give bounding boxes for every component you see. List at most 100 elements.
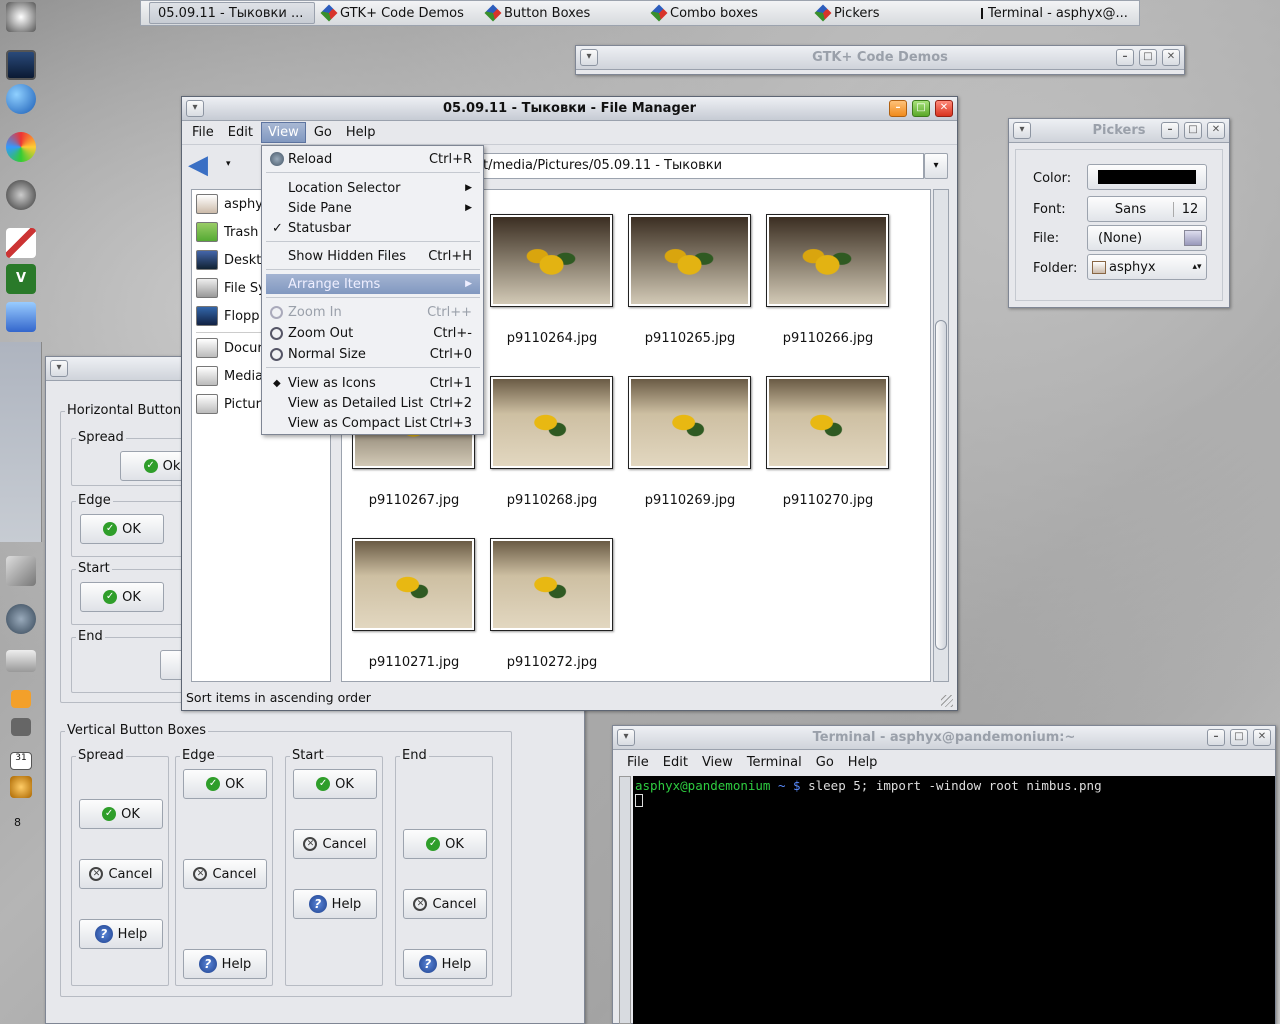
calendar-icon[interactable]: 31 bbox=[10, 752, 32, 770]
folder-combo[interactable]: asphyx ▴▾ bbox=[1087, 254, 1207, 280]
sidebar-item-pictures[interactable]: Pictur bbox=[196, 392, 261, 416]
back-icon[interactable]: ◀ bbox=[188, 151, 222, 181]
minimize-button[interactable]: – bbox=[1207, 729, 1225, 746]
color-button[interactable] bbox=[1087, 164, 1207, 190]
menu-item-arrange-items[interactable]: Arrange Items ▶ bbox=[266, 274, 480, 294]
monitor-icon[interactable] bbox=[6, 50, 36, 80]
help-button[interactable]: ? Help bbox=[403, 949, 487, 979]
menu-help[interactable]: Help bbox=[842, 753, 884, 772]
window-menu-button[interactable]: ▾ bbox=[50, 360, 68, 377]
menu-item-show-hidden[interactable]: Show Hidden Files Ctrl+H bbox=[266, 246, 480, 266]
window-menu-button[interactable]: ▾ bbox=[617, 729, 635, 746]
menu-item-view-compact[interactable]: View as Compact List Ctrl+3 bbox=[266, 413, 480, 433]
font-button[interactable]: Sans 12 bbox=[1087, 196, 1207, 222]
menu-edit[interactable]: Edit bbox=[657, 753, 694, 772]
webcam-icon[interactable] bbox=[6, 180, 36, 210]
cancel-button[interactable]: ✕ Cancel bbox=[403, 889, 487, 919]
close-button[interactable]: ✕ bbox=[1253, 729, 1271, 746]
task-filemanager[interactable]: 05.09.11 - Тыковки ... bbox=[149, 2, 315, 24]
cancel-button[interactable]: ✕ Cancel bbox=[293, 829, 377, 859]
menu-view[interactable]: View bbox=[260, 122, 306, 143]
speaker-icon[interactable] bbox=[6, 604, 36, 634]
window-menu-button[interactable]: ▾ bbox=[1013, 122, 1031, 139]
location-entry[interactable]: t/media/Pictures/05.09.11 - Тыковки bbox=[478, 153, 924, 179]
menu-go[interactable]: Go bbox=[308, 123, 338, 142]
file-label[interactable]: p9110269.jpg bbox=[625, 493, 755, 508]
file-label[interactable]: p9110271.jpg bbox=[349, 655, 479, 670]
close-button[interactable]: ✕ bbox=[1207, 122, 1225, 139]
file-label[interactable]: p9110267.jpg bbox=[349, 493, 479, 508]
terminal-screen[interactable]: asphyx@pandemonium ~ $ sleep 5; import -… bbox=[633, 776, 1275, 1024]
menu-item-view-detailed[interactable]: View as Detailed List Ctrl+2 bbox=[266, 393, 480, 413]
menu-view[interactable]: View bbox=[696, 753, 739, 772]
drive-icon[interactable] bbox=[6, 650, 36, 672]
vim-icon[interactable]: V bbox=[6, 264, 36, 294]
menu-help[interactable]: Help bbox=[340, 123, 382, 142]
terminal-titlebar[interactable]: ▾ Terminal - asphyx@pandemonium:~ – □ ✕ bbox=[613, 726, 1275, 750]
sidebar-item-trash[interactable]: Trash bbox=[196, 220, 258, 244]
maximize-button[interactable]: □ bbox=[1184, 122, 1202, 139]
menu-item-normal-size[interactable]: Normal Size Ctrl+0 bbox=[266, 344, 480, 364]
task-gtk-demos[interactable]: GTK+ Code Demos bbox=[315, 2, 479, 24]
task-terminal[interactable]: Terminal - asphyx@... bbox=[973, 2, 1133, 24]
sidebar-item-desktop[interactable]: Deskt bbox=[196, 248, 261, 272]
thumbnail[interactable] bbox=[628, 214, 751, 307]
file-label[interactable]: p9110270.jpg bbox=[763, 493, 893, 508]
maximize-button[interactable]: □ bbox=[912, 100, 930, 117]
help-button[interactable]: ? Help bbox=[79, 919, 163, 949]
close-button[interactable]: ✕ bbox=[1162, 49, 1180, 66]
tools-icon[interactable] bbox=[6, 556, 36, 586]
vertical-scrollbar[interactable] bbox=[933, 189, 949, 682]
sidebar-item-filesystem[interactable]: File Sy bbox=[196, 276, 266, 300]
file-manager-titlebar[interactable]: ▾ 05.09.11 - Тыковки - File Manager – □ … bbox=[182, 97, 957, 121]
cancel-button[interactable]: ✕ Cancel bbox=[79, 859, 163, 889]
lock-icon[interactable] bbox=[11, 718, 31, 736]
menu-item-side-pane[interactable]: Side Pane ▶ bbox=[266, 198, 480, 218]
sidebar-item-documents[interactable]: Docur bbox=[196, 336, 263, 360]
pickers-titlebar[interactable]: ▾ Pickers – □ ✕ bbox=[1009, 119, 1229, 143]
resize-grip[interactable] bbox=[941, 695, 953, 707]
file-label[interactable]: p9110272.jpg bbox=[487, 655, 617, 670]
gtk-demos-titlebar[interactable]: ▾ GTK+ Code Demos – □ ✕ bbox=[576, 46, 1184, 70]
task-pickers[interactable]: Pickers bbox=[809, 2, 973, 24]
window-menu-button[interactable]: ▾ bbox=[186, 100, 204, 117]
file-chooser-button[interactable]: (None) bbox=[1087, 225, 1207, 251]
minimize-button[interactable]: – bbox=[1116, 49, 1134, 66]
maximize-button[interactable]: □ bbox=[1230, 729, 1248, 746]
network-icon[interactable] bbox=[6, 302, 36, 332]
help-button[interactable]: ? Help bbox=[293, 889, 377, 919]
close-button[interactable]: ✕ bbox=[935, 100, 953, 117]
pen-icon[interactable] bbox=[6, 228, 36, 258]
menu-item-zoom-in[interactable]: Zoom In Ctrl++ bbox=[266, 302, 480, 322]
thumbnail[interactable] bbox=[766, 214, 889, 307]
task-combo-boxes[interactable]: Combo boxes bbox=[645, 2, 809, 24]
scrollbar-thumb[interactable] bbox=[935, 320, 947, 650]
menu-file[interactable]: File bbox=[621, 753, 655, 772]
task-button-boxes[interactable]: Button Boxes bbox=[479, 2, 645, 24]
paint-icon[interactable] bbox=[6, 132, 36, 162]
pager[interactable] bbox=[0, 342, 42, 542]
sidebar-item-home[interactable]: asphy bbox=[196, 192, 263, 216]
app-menu-icon[interactable] bbox=[6, 2, 36, 32]
menu-file[interactable]: File bbox=[186, 123, 220, 142]
sidebar-item-media[interactable]: Media bbox=[196, 364, 263, 388]
menu-item-location-selector[interactable]: Location Selector ▶ bbox=[266, 178, 480, 198]
menu-edit[interactable]: Edit bbox=[222, 123, 259, 142]
tray-icon[interactable] bbox=[10, 776, 32, 798]
minimize-button[interactable]: – bbox=[889, 100, 907, 117]
file-label[interactable]: p9110266.jpg bbox=[763, 331, 893, 346]
thumbnail[interactable] bbox=[766, 376, 889, 469]
minimize-button[interactable]: – bbox=[1161, 122, 1179, 139]
menu-item-view-icons[interactable]: ◆ View as Icons Ctrl+1 bbox=[266, 373, 480, 393]
thumbnail[interactable] bbox=[628, 376, 751, 469]
file-label[interactable]: p9110264.jpg bbox=[487, 331, 617, 346]
help-button[interactable]: ? Help bbox=[183, 949, 267, 979]
menu-terminal[interactable]: Terminal bbox=[741, 753, 808, 772]
back-history-icon[interactable]: ▾ bbox=[226, 159, 231, 169]
file-label[interactable]: p9110265.jpg bbox=[625, 331, 755, 346]
location-dropdown[interactable]: ▾ bbox=[924, 153, 948, 179]
terminal-scrollbar[interactable] bbox=[619, 776, 631, 1024]
ok-button[interactable]: ✓ OK bbox=[80, 582, 164, 612]
thumbnail[interactable] bbox=[490, 214, 613, 307]
thumbnail[interactable] bbox=[490, 538, 613, 631]
